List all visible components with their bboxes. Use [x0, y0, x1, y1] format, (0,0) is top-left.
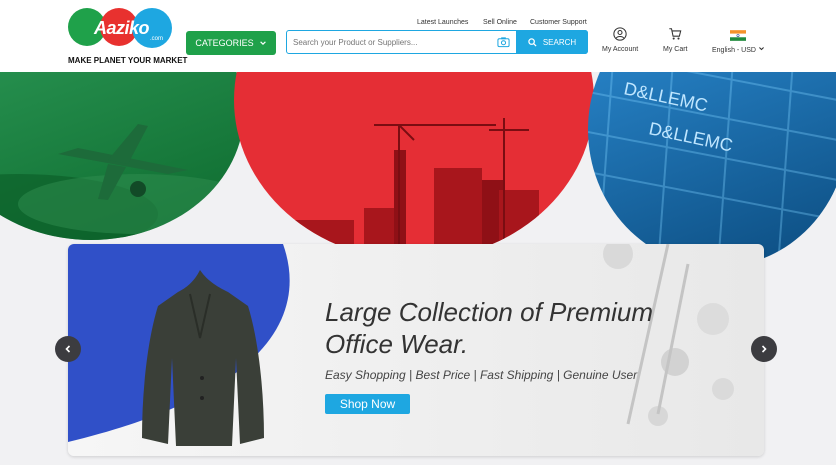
brand-logo[interactable]: Aaziko .com MAKE PLANET YOUR MARKET: [66, 8, 187, 66]
hero-banner: D&LLEMC D&LLEMC Large Collection of Prem…: [0, 72, 836, 465]
search-icon: [528, 37, 537, 47]
chevron-right-icon: [761, 345, 767, 353]
locale-selector[interactable]: English - USD: [712, 30, 765, 54]
my-cart-label: My Cart: [663, 46, 688, 53]
chevron-left-icon: [65, 345, 71, 353]
india-flag-icon: [730, 30, 747, 41]
promo-headline: Large Collection of Premium Office Wear.: [325, 296, 665, 360]
chevron-down-icon: [758, 47, 764, 51]
logo-text: Aaziko: [94, 18, 150, 38]
header: Aaziko .com MAKE PLANET YOUR MARKET CATE…: [0, 0, 836, 72]
promo-headline-line2: Office Wear.: [325, 329, 469, 359]
link-customer-support[interactable]: Customer Support: [530, 19, 587, 26]
server-illustration: D&LLEMC D&LLEMC: [588, 72, 836, 267]
my-account[interactable]: My Account: [602, 27, 638, 53]
search-button-label: SEARCH: [542, 37, 577, 47]
categories-button[interactable]: CATEGORIES: [186, 31, 276, 55]
server-bubble-image: D&LLEMC D&LLEMC: [588, 72, 836, 267]
locale-label: English - USD: [712, 45, 765, 54]
promo-headline-line1: Large Collection of Premium: [325, 297, 654, 327]
search-input[interactable]: [293, 34, 493, 50]
search-bar: SEARCH: [286, 30, 588, 54]
city-bubble-image: [234, 72, 594, 260]
carousel-prev-button[interactable]: [55, 336, 81, 362]
camera-icon[interactable]: [497, 36, 510, 48]
user-icon: [613, 27, 627, 41]
chevron-down-icon: [259, 41, 266, 46]
city-skyline-illustration: [284, 118, 539, 260]
airplane-illustration: [0, 124, 244, 240]
search-button[interactable]: SEARCH: [516, 30, 588, 54]
promo-slide: Large Collection of Premium Office Wear.…: [68, 244, 764, 456]
logo-dotcom: .com: [150, 36, 164, 42]
link-latest-launches[interactable]: Latest Launches: [417, 19, 468, 26]
airplane-bubble-image: [0, 72, 244, 240]
brand-tagline: MAKE PLANET YOUR MARKET: [68, 56, 188, 65]
server-label-top: D&LLEMC: [622, 78, 709, 115]
carousel-next-button[interactable]: [751, 336, 777, 362]
my-account-label: My Account: [602, 46, 639, 53]
promo-subtitle: Easy Shopping | Best Price | Fast Shippi…: [325, 368, 638, 382]
server-label-bottom: D&LLEMC: [647, 118, 734, 155]
link-sell-online[interactable]: Sell Online: [483, 19, 517, 26]
my-cart[interactable]: My Cart: [663, 27, 688, 53]
categories-label: CATEGORIES: [195, 38, 254, 48]
jacket-image: [142, 270, 264, 446]
cart-icon: [669, 28, 682, 40]
shop-now-button[interactable]: Shop Now: [325, 394, 410, 414]
